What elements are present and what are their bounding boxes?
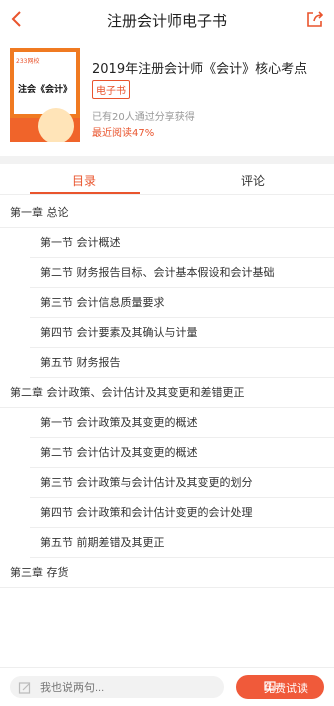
toc-section[interactable]: 第三节 会计信息质量要求 xyxy=(30,288,334,318)
top-bar: 注册会计师电子书 xyxy=(0,0,334,40)
reading-progress: 最近阅读47% xyxy=(92,128,155,139)
comment-box[interactable] xyxy=(10,676,224,698)
book-cover: 233网校 注会《会计》 xyxy=(10,48,80,142)
free-trial-label: 免费试读 xyxy=(264,682,308,695)
free-trial-button[interactable]: 免费试读 xyxy=(236,675,324,699)
tab-comments[interactable]: 评论 xyxy=(241,172,265,189)
page-title: 注册会计师电子书 xyxy=(106,12,227,30)
share-icon[interactable] xyxy=(304,8,326,30)
cover-brand: 233网校 xyxy=(16,58,40,65)
toc-section[interactable]: 第五节 前期差错及其更正 xyxy=(30,528,334,558)
toc-section[interactable]: 第二节 财务报告目标、会计基本假设和会计基础 xyxy=(30,258,334,288)
cover-title: 注会《会计》 xyxy=(18,85,73,95)
toc-section[interactable]: 第一节 会计政策及其变更的概述 xyxy=(30,408,334,438)
table-of-contents: 第一章 总论 第一节 会计概述 第二节 财务报告目标、会计基本假设和会计基础 第… xyxy=(0,198,334,588)
book-title: 2019年注册会计师《会计》核心考点 xyxy=(92,62,308,77)
comment-input[interactable] xyxy=(38,678,222,698)
toc-section[interactable]: 第一节 会计概述 xyxy=(30,228,334,258)
ebook-tag: 电子书 xyxy=(92,80,130,99)
edit-icon xyxy=(18,680,32,694)
toc-section[interactable]: 第二节 会计估计及其变更的概述 xyxy=(30,438,334,468)
toc-section[interactable]: 第四节 会计要素及其确认与计量 xyxy=(30,318,334,348)
toc-section[interactable]: 第五节 财务报告 xyxy=(30,348,334,378)
tab-toc[interactable]: 目录 xyxy=(72,172,96,189)
bottom-bar: 免费试读 xyxy=(0,667,334,706)
toc-section[interactable]: 第四节 会计政策和会计估计变更的会计处理 xyxy=(30,498,334,528)
toc-chapter-1[interactable]: 第一章 总论 xyxy=(0,198,334,228)
tab-bar: 目录 评论 xyxy=(0,164,334,195)
toc-chapter-3[interactable]: 第三章 存货 xyxy=(0,558,334,588)
toc-section[interactable]: 第三节 会计政策与会计估计及其变更的划分 xyxy=(30,468,334,498)
active-tab-indicator xyxy=(30,192,140,194)
toc-chapter-2[interactable]: 第二章 会计政策、会计估计及其变更和差错更正 xyxy=(0,378,334,408)
section-divider xyxy=(0,156,334,164)
shared-count: 已有20人通过分享获得 xyxy=(92,112,195,123)
book-card: 233网校 注会《会计》 2019年注册会计师《会计》核心考点 电子书 已有20… xyxy=(0,40,334,156)
